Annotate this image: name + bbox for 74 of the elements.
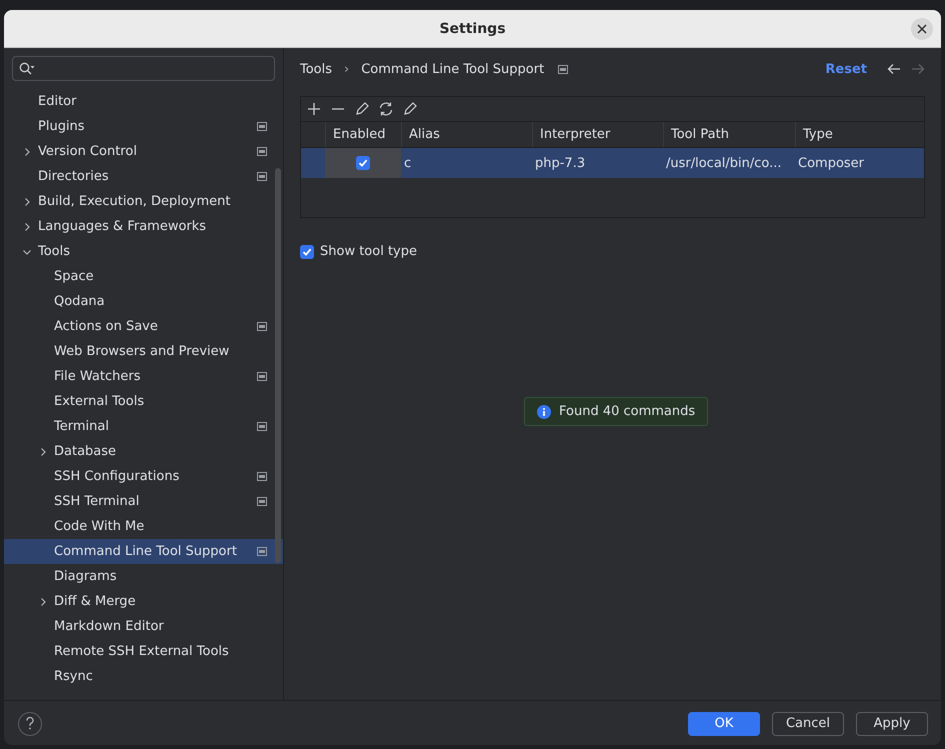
sidebar-item[interactable]: Remote SSH External Tools	[4, 639, 283, 664]
reset-link[interactable]: Reset	[825, 62, 867, 76]
dialog-button[interactable]: Apply	[856, 712, 928, 736]
sidebar-item[interactable]: Qodana	[4, 289, 283, 314]
chevron-right-icon[interactable]	[38, 446, 48, 456]
add-icon[interactable]	[305, 100, 323, 118]
sidebar-item[interactable]: Space	[4, 264, 283, 289]
checkbox-label[interactable]: Show tool type	[320, 244, 417, 259]
sidebar-item[interactable]: Languages & Frameworks	[4, 214, 283, 239]
column-header[interactable]: Tool Path	[663, 122, 795, 147]
sidebar-item[interactable]: SSH Terminal	[4, 489, 283, 514]
sidebar-item[interactable]: Directories	[4, 164, 283, 189]
settings-badge-icon	[257, 122, 267, 131]
table-cell-text: Composer	[797, 154, 866, 172]
chevron-right-icon[interactable]	[22, 222, 32, 232]
sidebar-item[interactable]: Code With Me	[4, 514, 283, 539]
breadcrumb-separator: ›	[344, 62, 350, 76]
sidebar-item[interactable]: Editor	[4, 89, 283, 114]
sidebar-item[interactable]: SSH Configurations	[4, 464, 283, 489]
sidebar-item[interactable]: Terminal	[4, 414, 283, 439]
back-arrow-icon[interactable]	[887, 63, 901, 75]
column-header[interactable]: Alias	[401, 122, 532, 147]
settings-badge-icon	[257, 147, 267, 156]
column-header[interactable]: Type	[795, 122, 924, 147]
info-icon	[537, 404, 551, 418]
close-button[interactable]	[911, 18, 933, 40]
notification-text: Found 40 commands	[559, 404, 696, 419]
close-icon	[917, 24, 927, 34]
ok-button[interactable]: OK	[688, 712, 760, 736]
chevron-right-icon[interactable]	[38, 596, 48, 606]
sidebar-item[interactable]: Rsync	[4, 664, 283, 689]
chevron-right-icon[interactable]	[22, 196, 32, 206]
settings-badge-icon	[257, 322, 267, 331]
settings-badge-icon	[257, 422, 267, 431]
sidebar-item[interactable]: External Tools	[4, 389, 283, 414]
pencil-icon[interactable]	[401, 100, 419, 118]
column-header[interactable]: Interpreter	[532, 122, 663, 147]
settings-badge-icon	[257, 497, 267, 506]
table-row[interactable]: c php-7.3 /usr/local/bin/co... Composer	[301, 148, 924, 178]
table-cell-text: c	[403, 154, 412, 172]
help-button[interactable]	[18, 712, 42, 736]
window-title: Settings	[439, 20, 506, 36]
sidebar-item[interactable]: Plugins	[4, 114, 283, 139]
breadcrumb-item[interactable]: Tools	[300, 62, 332, 76]
sidebar-item[interactable]: Version Control	[4, 139, 283, 164]
column-header[interactable]: Enabled	[325, 122, 401, 147]
chevron-right-icon[interactable]	[22, 146, 32, 156]
sidebar-item[interactable]: File Watchers	[4, 364, 283, 389]
checkbox[interactable]	[300, 244, 314, 258]
sidebar-item[interactable]: Build, Execution, Deployment	[4, 189, 283, 214]
sidebar-item[interactable]: Database	[4, 439, 283, 464]
search-field[interactable]	[12, 56, 275, 81]
sidebar-item[interactable]: Diff & Merge	[4, 589, 283, 614]
search-icon	[19, 62, 35, 76]
sidebar-item[interactable]: Command Line Tool Support	[4, 539, 283, 564]
table-cell-text: php-7.3	[534, 154, 586, 172]
checkbox[interactable]	[356, 156, 370, 170]
breadcrumb-item: Command Line Tool Support	[361, 62, 544, 76]
settings-badge-icon	[257, 472, 267, 481]
settings-badge-icon	[558, 64, 568, 74]
settings-badge-icon	[257, 547, 267, 556]
sidebar-item[interactable]: Tools	[4, 239, 283, 264]
scrollbar[interactable]	[275, 168, 281, 563]
settings-badge-icon	[257, 372, 267, 381]
sidebar-item[interactable]: Markdown Editor	[4, 614, 283, 639]
refresh-icon[interactable]	[377, 100, 395, 118]
sidebar-item[interactable]: Diagrams	[4, 564, 283, 589]
table-cell-text: /usr/local/bin/co...	[665, 154, 783, 172]
sidebar-item[interactable]: Actions on Save	[4, 314, 283, 339]
pencil-icon[interactable]	[353, 100, 371, 118]
settings-badge-icon	[257, 172, 267, 181]
sidebar-item[interactable]: Web Browsers and Preview	[4, 339, 283, 364]
question-icon	[26, 717, 34, 730]
dialog-button[interactable]: Cancel	[772, 712, 844, 736]
